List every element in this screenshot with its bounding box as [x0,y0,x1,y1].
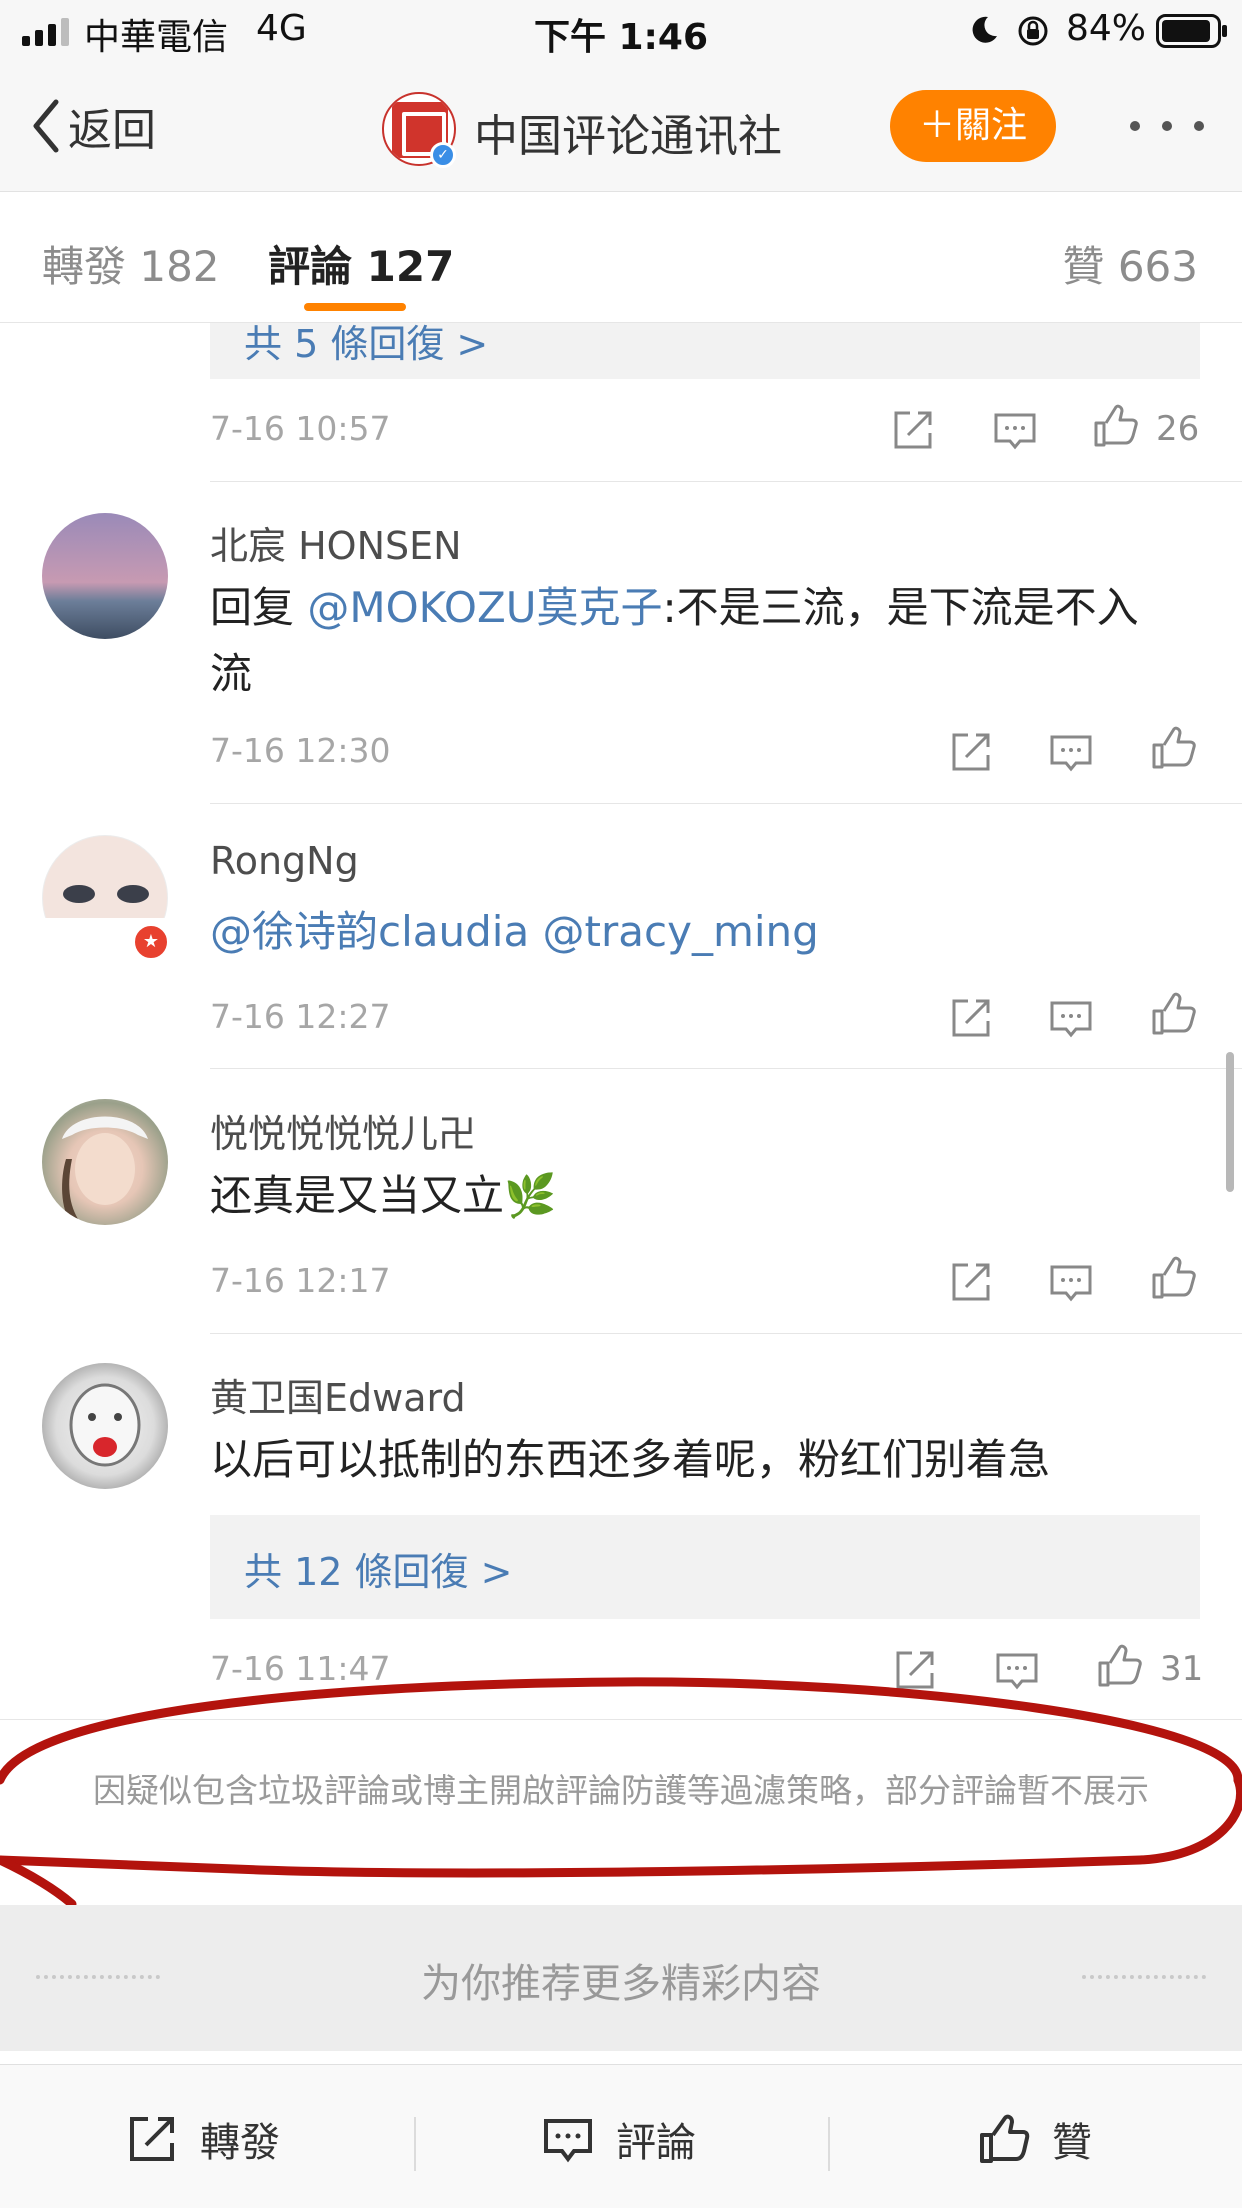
orientation-lock-icon [1018,16,1048,46]
comment-icon[interactable] [1048,1259,1094,1305]
reply-summary-box[interactable]: 共 12 條回復 > [210,1515,1200,1619]
user-avatar[interactable] [42,513,168,639]
nav-bar: 返回 ✓ 中国评论通讯社 ＋關注 [0,62,1242,192]
tab-likes[interactable]: 贊 663 [1062,233,1198,294]
mention-link[interactable]: @徐诗韵claudia @tracy_ming [210,907,819,956]
comment-text: 还真是又当又立🌿 [210,1171,557,1220]
repost-icon[interactable] [890,407,936,453]
comment-icon [544,2119,592,2163]
like-icon [980,2114,1030,2163]
comment-divider [210,803,1242,804]
tab-bar: 轉發 182 評論 127 贊 663 [0,193,1242,323]
active-tab-indicator [304,303,406,311]
back-button[interactable]: 返回 [30,94,156,158]
tab-reposts[interactable]: 轉發 182 [42,233,220,294]
comment-time: 7-16 12:30 [210,731,391,770]
follow-button[interactable]: ＋關注 [890,90,1056,162]
do-not-disturb-icon [972,16,997,43]
vip-badge-icon: ★ [132,923,170,961]
user-name[interactable]: RongNg [210,839,359,883]
status-bar: 中華電信 4G 下午 1:46 84% [0,0,1242,62]
tab-comments[interactable]: 評論 127 [268,233,454,294]
comment-time: 7-16 12:27 [210,997,391,1036]
like-label: 贊 [1052,2120,1092,2166]
verified-badge-icon: ✓ [430,142,456,168]
battery-icon [1156,14,1227,48]
user-name[interactable]: 北宸 HONSEN [210,515,462,570]
comment-label: 評論 [616,2120,696,2166]
comment-prefix: 回复 [210,583,308,632]
chevron-left-icon [33,99,59,153]
account-name[interactable]: 中国评论通讯社 [474,100,782,164]
recommend-text: 为你推荐更多精彩内容 [421,1961,821,2007]
comment-icon[interactable] [992,407,1038,453]
back-label: 返回 [68,105,156,156]
comment-text: 回复 @MOKOZU莫克子:不是三流，是下流是不入流 [210,575,1170,707]
avatar-image [69,1383,141,1467]
reply-summary-box[interactable]: 共 5 條回復 > [210,323,1200,379]
separator [828,2117,830,2171]
repost-icon[interactable] [948,1259,994,1305]
recommend-banner[interactable]: 为你推荐更多精彩内容 [0,1905,1242,2051]
separator [414,2117,416,2171]
comment-time: 7-16 12:17 [210,1261,391,1300]
user-name[interactable]: 黄卫国Edward [210,1367,466,1422]
comment-icon[interactable] [1048,729,1094,775]
like-icon[interactable] [1150,991,1196,1037]
comment-text: @徐诗韵claudia @tracy_ming [210,899,1170,965]
comment-divider [210,1068,1242,1069]
user-avatar[interactable] [42,1099,168,1225]
like-button[interactable]: 贊 [978,2111,1092,2167]
battery-percent: 84% [1065,8,1146,49]
repost-icon[interactable] [948,995,994,1041]
comment-time: 7-16 10:57 [210,409,391,448]
bottom-action-bar: 轉發 評論 贊 [0,2064,1242,2208]
like-icon[interactable] [1092,403,1138,449]
comment-divider [210,481,1242,482]
repost-icon[interactable] [948,729,994,775]
red-annotation-oval [0,1677,1242,1909]
clock: 下午 1:46 [533,17,709,58]
comment-divider [210,1333,1242,1334]
repost-button[interactable]: 轉發 [126,2111,280,2167]
user-avatar[interactable] [42,1363,168,1489]
scrollbar-thumb[interactable] [1226,1052,1234,1192]
user-name[interactable]: 悦悦悦悦悦儿卍 [210,1103,476,1158]
repost-icon [130,2117,174,2161]
comment-icon[interactable] [1048,995,1094,1041]
comment-button[interactable]: 評論 [542,2111,696,2167]
reply-count-link[interactable]: 共 5 條回復 > [244,323,488,368]
dotted-divider [1082,1975,1206,1979]
like-icon[interactable] [1150,1255,1196,1301]
avatar-image [62,1116,148,1225]
like-count: 26 [1156,409,1200,449]
more-options-icon[interactable] [1130,106,1204,146]
comment-text: 以后可以抵制的东西还多着呢，粉红们别着急 [210,1435,1051,1484]
reply-count-link[interactable]: 共 12 條回復 > [244,1541,512,1596]
repost-label: 轉發 [200,2120,280,2166]
mention-link[interactable]: @MOKOZU莫克子 [307,583,662,632]
like-icon[interactable] [1150,725,1196,771]
